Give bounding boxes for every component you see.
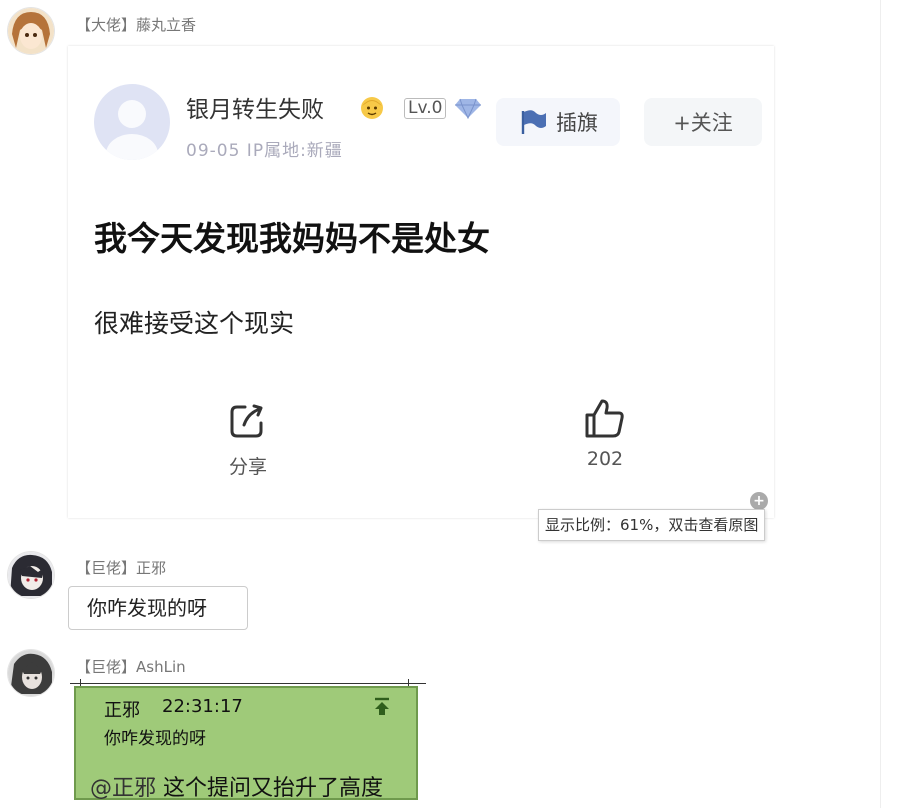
user-avatar-fujimaru[interactable]	[8, 8, 54, 54]
plus-icon: +	[750, 492, 768, 510]
user-avatar-ashlin[interactable]	[8, 650, 54, 696]
sender-name[interactable]: 【巨佬】正邪	[76, 557, 166, 578]
diamond-icon	[455, 98, 481, 119]
user-level-badge: Lv.0	[404, 98, 447, 119]
sender-name[interactable]: 【巨佬】AshLin	[76, 656, 186, 677]
message-bubble[interactable]: 你咋发现的呀	[68, 586, 248, 630]
quoted-text: 你咋发现的呀	[104, 729, 206, 749]
zoom-tooltip: 显示比例：61%，双击查看原图	[538, 509, 766, 541]
quoted-time: 22:31:17	[162, 696, 243, 717]
page-divider	[880, 0, 881, 808]
follow-button[interactable]: +关注	[644, 98, 762, 146]
post-user-avatar[interactable]	[94, 84, 170, 160]
reply-text: @正邪 这个提问又抬升了高度	[90, 770, 383, 802]
sender-name[interactable]: 【大佬】藤丸立香	[76, 14, 196, 35]
flag-label: 插旗	[556, 111, 598, 135]
post-username[interactable]: 银月转生失败	[186, 90, 324, 124]
mention-link[interactable]: @正邪	[90, 776, 156, 801]
flag-icon	[521, 110, 546, 134]
like-count: 202	[586, 448, 624, 470]
post-title: 我今天发现我妈妈不是处女	[94, 219, 490, 258]
selection-ruler	[70, 683, 426, 684]
shared-post-image[interactable]: 银月转生失败 Lv.0 09-05 IP属地:新疆 插旗 +关注 我今天发现我妈…	[68, 46, 774, 518]
thumbs-up-icon[interactable]	[582, 396, 628, 442]
post-meta: 09-05 IP属地:新疆	[186, 141, 343, 161]
quoted-reply-card[interactable]: 正邪 22:31:17 你咋发现的呀 @正邪 这个提问又抬升了高度	[74, 686, 418, 802]
watermark: +	[750, 492, 768, 510]
user-avatar-zhengxie[interactable]	[8, 552, 54, 598]
share-label[interactable]: 分享	[226, 452, 270, 479]
emoji-face-icon	[361, 97, 383, 119]
post-body: 很难接受这个现实	[94, 309, 295, 338]
reply-content: 这个提问又抬升了高度	[156, 776, 384, 801]
share-icon[interactable]	[226, 400, 268, 442]
quoted-sender: 正邪	[104, 700, 140, 721]
pin-top-icon[interactable]	[372, 696, 392, 716]
flag-button[interactable]: 插旗	[496, 98, 620, 146]
